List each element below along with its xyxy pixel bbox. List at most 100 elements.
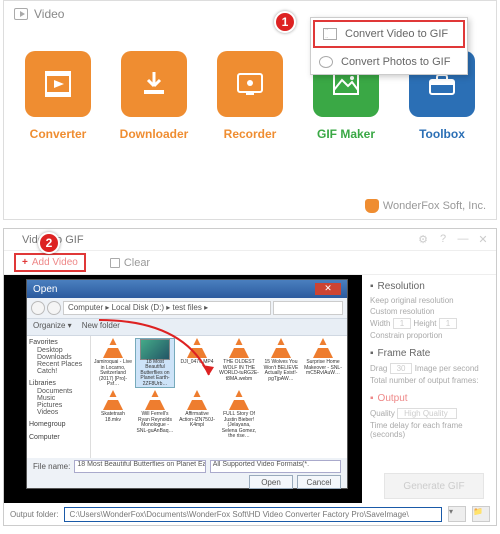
file-tile[interactable]: Affirmative Action-lZN750J-K4mpl [177,390,217,440]
open-folder-button[interactable]: 📁 [472,506,490,522]
tree-recent[interactable]: Recent Places [29,361,88,368]
expand-icon[interactable]: ▪ [370,348,374,359]
nav-back-icon[interactable] [31,301,45,315]
add-video-button[interactable]: + Add Video [14,253,86,272]
clear-label: Clear [124,257,150,269]
file-name: DJI_0476.MP4 [180,360,213,366]
dialog-close-icon[interactable]: ✕ [315,283,341,295]
tool-recorder[interactable]: Recorder [211,51,289,141]
organize-button[interactable]: Organize ▾ [33,321,72,333]
file-tile[interactable]: Surprise Home Makeover - SNL-mC5RvIAuW… [303,338,343,388]
toolbar: + Add Video Clear [4,251,496,275]
tree-pictures[interactable]: Pictures [29,402,88,409]
open-button[interactable]: Open [249,475,293,489]
quality-select[interactable]: High Quality [397,408,457,419]
generate-gif-button[interactable]: Generate GIF [384,473,484,499]
file-name: FULL Story Of Justin Bieber! (Jelayana, … [219,412,259,440]
file-name: Jamiroquai - Live in Locarno, Switzerlan… [93,360,133,388]
close-icon[interactable]: ✕ [476,233,490,246]
settings-icon[interactable]: ⚙ [416,233,430,246]
filename-input[interactable]: 18 Most Beautiful Butterflies on Planet … [74,460,205,473]
constrain-option[interactable]: Constrain proportion [370,331,488,340]
fps-input[interactable]: 30 [390,363,413,374]
help-icon[interactable]: ? [436,233,450,246]
tree-documents[interactable]: Documents [29,388,88,395]
vlc-icon [184,338,210,360]
cancel-button[interactable]: Cancel [297,475,341,489]
tree-favorites[interactable]: Favorites [29,338,88,347]
dialog-toolbar: Organize ▾ New folder [27,318,347,336]
clear-button[interactable]: Clear [110,257,150,269]
height-input[interactable]: 1 [439,318,457,329]
vlc-icon [226,338,252,360]
tool-converter[interactable]: Converter [19,51,97,141]
main-area: Open ✕ Computer ▸ Local Disk (D:) ▸ test… [4,275,496,503]
app-window: Video to GIF ⚙ ? — ✕ + Add Video Clear O… [3,228,497,526]
video-icon [14,8,28,20]
brand-footer: WonderFox Soft, Inc. [365,199,486,213]
vlc-icon [310,338,336,360]
tool-downloader[interactable]: Downloader [115,51,193,141]
file-tile[interactable]: FULL Story Of Justin Bieber! (Jelayana, … [219,390,259,440]
dialog-file-grid: Jamiroquai - Live in Locarno, Switzerlan… [91,336,347,458]
keep-resolution-option[interactable]: Keep original resolution [370,296,488,305]
file-tile[interactable]: DJI_0476.MP4 [177,338,217,388]
tree-computer[interactable]: Computer [29,433,88,442]
recorder-icon [217,51,283,117]
vlc-icon [100,338,126,360]
menu-convert-video-to-gif[interactable]: Convert Video to GIF [313,20,465,48]
expand-icon[interactable]: ▪ [370,393,374,404]
menu-item-label: Convert Video to GIF [345,28,448,40]
vlc-icon [184,390,210,412]
section-title: Output [378,393,408,404]
file-tile[interactable]: Will Ferrell's Ryan Reynolds Monologue -… [135,390,175,440]
breadcrumb[interactable]: Computer ▸ Local Disk (D:) ▸ test files … [63,301,271,315]
tree-videos[interactable]: Videos [29,409,88,416]
file-tile[interactable]: Skatetrash 18.mkv [93,390,133,440]
file-name: 15 Wolves You Won't BELIEVE Actually Exi… [261,360,301,382]
tree-catch[interactable]: Catch! [29,368,88,375]
output-label: Output folder: [10,510,58,519]
resolution-section: ▪ Resolution Keep original resolution Cus… [370,281,488,340]
minimize-icon[interactable]: — [456,233,470,246]
tree-desktop[interactable]: Desktop [29,347,88,354]
tree-homegroup[interactable]: Homegroup [29,420,88,429]
fps-row: Drag 30 Image per second [370,363,488,374]
width-input[interactable]: 1 [393,318,411,329]
thumbnail-icon [140,339,170,360]
file-tile[interactable]: THE OLDEST WOLF IN THE WORLD-tuRG2E-t8MA… [219,338,259,388]
drag-label: Drag [370,364,387,373]
format-select[interactable]: All Supported Video Formats(*. [210,460,341,473]
new-folder-button[interactable]: New folder [82,321,120,333]
tree-libraries[interactable]: Libraries [29,379,88,388]
custom-resolution-option[interactable]: Custom resolution [370,307,488,316]
dialog-titlebar[interactable]: Open ✕ [27,280,347,298]
preview-area: Open ✕ Computer ▸ Local Disk (D:) ▸ test… [4,275,362,503]
file-name: Surprise Home Makeover - SNL-mC5RvIAuW… [303,360,343,377]
trash-icon [110,258,120,268]
dialog-search-input[interactable] [273,301,343,315]
open-file-dialog: Open ✕ Computer ▸ Local Disk (D:) ▸ test… [26,279,348,489]
nav-forward-icon[interactable] [47,301,61,315]
browse-button[interactable]: ▾ [448,506,466,522]
file-name: Skatetrash 18.mkv [93,412,133,423]
height-label: Height [413,319,436,328]
quality-label: Quality [370,409,395,418]
file-tile[interactable]: Jamiroquai - Live in Locarno, Switzerlan… [93,338,133,388]
output-path-input[interactable]: C:\Users\WonderFox\Documents\WonderFox S… [64,507,442,522]
tree-downloads[interactable]: Downloads [29,354,88,361]
file-tile-selected[interactable]: 18 Most Beautiful Butterflies on Planet … [135,338,175,388]
tool-label: Downloader [120,127,189,141]
titlebar: Video to GIF ⚙ ? — ✕ [4,229,496,251]
section-title: Resolution [378,281,425,292]
menu-convert-photos-to-gif[interactable]: Convert Photos to GIF [311,50,467,74]
file-tile[interactable]: 15 Wolves You Won't BELIEVE Actually Exi… [261,338,301,388]
settings-panel: ▪ Resolution Keep original resolution Cus… [362,275,496,503]
brand-label: WonderFox Soft, Inc. [383,200,486,212]
expand-icon[interactable]: ▪ [370,281,374,292]
tree-music[interactable]: Music [29,395,88,402]
file-name: 18 Most Beautiful Butterflies on Planet … [136,360,174,388]
filmstrip-icon [323,28,337,40]
dialog-tree[interactable]: Favorites Desktop Downloads Recent Place… [27,336,91,458]
vlc-icon [142,390,168,412]
